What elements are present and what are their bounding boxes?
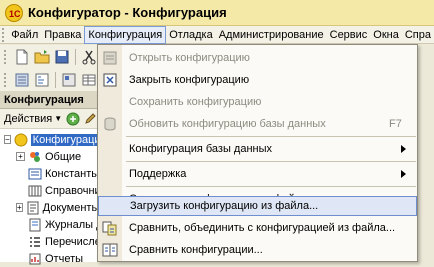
toolbar-grip-icon bbox=[4, 49, 10, 64]
cut-icon[interactable] bbox=[81, 49, 97, 65]
submenu-arrow-icon bbox=[401, 145, 406, 153]
menu-item-label: Сравнить конфигурации... bbox=[129, 244, 263, 256]
svg-text:1С: 1С bbox=[9, 9, 20, 19]
menu-separator bbox=[126, 161, 416, 162]
reports-icon bbox=[29, 253, 41, 264]
menu-item-label: Загрузить конфигурацию из файла... bbox=[130, 200, 319, 212]
documents-icon bbox=[27, 201, 39, 214]
toolbar-separator-2 bbox=[55, 71, 56, 88]
properties-icon[interactable] bbox=[34, 72, 50, 88]
menu-separator bbox=[126, 186, 416, 187]
menu-file[interactable]: Файл bbox=[8, 26, 41, 44]
menu-item-compare-configs[interactable]: Сравнить конфигурации... bbox=[98, 239, 417, 261]
tree-item-constants[interactable]: Константы bbox=[4, 165, 99, 182]
open-folder-icon[interactable] bbox=[34, 49, 50, 65]
tree-item-label: Общие bbox=[45, 150, 82, 163]
expand-icon[interactable]: + bbox=[16, 203, 23, 212]
module-icon[interactable] bbox=[61, 72, 77, 88]
catalog-icon bbox=[28, 185, 42, 196]
menu-bar: Файл Правка Конфигурация Отладка Админис… bbox=[0, 25, 434, 44]
menu-item-open-config[interactable]: Открыть конфигурацию bbox=[98, 47, 417, 69]
collapse-icon[interactable]: − bbox=[4, 135, 11, 144]
common-icon bbox=[30, 151, 40, 162]
save-icon[interactable] bbox=[54, 49, 70, 65]
tree-item-configuration[interactable]: − Конфигурация bbox=[4, 131, 109, 148]
menu-debug[interactable]: Отладка bbox=[166, 26, 215, 44]
menu-grip-icon bbox=[2, 27, 6, 42]
menu-edit[interactable]: Правка bbox=[41, 26, 84, 44]
menu-service[interactable]: Сервис bbox=[327, 26, 371, 44]
configuration-panel: Конфигурация Действия ▼ − Конфигурация +… bbox=[0, 91, 109, 265]
menu-administration[interactable]: Администрирование bbox=[216, 26, 327, 44]
edit-icon[interactable] bbox=[83, 112, 97, 126]
config-tree-icon[interactable] bbox=[14, 72, 30, 88]
compare-icon bbox=[102, 243, 118, 257]
tree-item-reports[interactable]: Отчеты bbox=[4, 250, 99, 267]
menu-item-label: Закрыть конфигурацию bbox=[129, 74, 250, 86]
compare-merge-icon bbox=[102, 221, 117, 236]
journals-icon bbox=[29, 218, 41, 231]
add-icon[interactable] bbox=[66, 112, 80, 126]
close-config-icon bbox=[103, 73, 117, 87]
main-toolbar bbox=[0, 45, 100, 91]
open-config-icon bbox=[103, 51, 117, 65]
tree-item-label: Константы bbox=[45, 167, 100, 180]
menu-item-compare-merge[interactable]: Сравнить, объединить с конфигурацией из … bbox=[98, 217, 417, 239]
tree-item-catalogs[interactable]: Справочник bbox=[4, 182, 106, 199]
title-bar: 1С Конфигуратор - Конфигурация bbox=[0, 0, 434, 26]
expand-icon[interactable]: + bbox=[16, 152, 25, 161]
actions-dropdown-icon[interactable]: ▼ bbox=[54, 114, 62, 123]
menu-item-label: Сохранить конфигурацию bbox=[129, 96, 262, 108]
menu-item-db-config[interactable]: Конфигурация базы данных bbox=[98, 138, 417, 160]
tree-item-common[interactable]: + Общие bbox=[4, 148, 99, 165]
submenu-arrow-icon bbox=[401, 170, 406, 178]
tree-item-label: Документы bbox=[42, 201, 100, 214]
shortcut-label: F7 bbox=[389, 118, 402, 130]
menu-item-save-config[interactable]: Сохранить конфигурацию bbox=[98, 91, 417, 113]
enums-icon bbox=[30, 236, 40, 247]
toolbar-grip-icon-2 bbox=[4, 72, 10, 87]
new-file-icon[interactable] bbox=[14, 49, 30, 65]
app-logo-icon: 1С bbox=[5, 3, 23, 22]
menu-item-label: Поддержка bbox=[129, 168, 187, 180]
window-title: Конфигуратор - Конфигурация bbox=[28, 5, 227, 20]
menu-help[interactable]: Спра bbox=[402, 26, 434, 44]
menu-item-label: Обновить конфигурацию базы данных bbox=[129, 118, 326, 130]
tree-item-label: Отчеты bbox=[45, 252, 84, 265]
panel-toolbar: Действия ▼ bbox=[0, 109, 99, 129]
menu-item-label: Сравнить, объединить с конфигурацией из … bbox=[129, 222, 396, 234]
menu-separator bbox=[126, 136, 416, 137]
db-update-icon bbox=[104, 117, 116, 131]
constants-icon bbox=[28, 168, 42, 179]
menu-item-support[interactable]: Поддержка bbox=[98, 163, 417, 185]
tree-item-enums[interactable]: Перечислен bbox=[4, 233, 107, 250]
table-icon[interactable] bbox=[81, 72, 97, 88]
menu-item-close-config[interactable]: Закрыть конфигурацию bbox=[98, 69, 417, 91]
actions-menu[interactable]: Действия bbox=[4, 113, 52, 125]
menu-item-update-db-config[interactable]: Обновить конфигурацию базы данных F7 bbox=[98, 113, 417, 135]
menu-windows[interactable]: Окна bbox=[370, 26, 402, 44]
tree-item-documents[interactable]: + Документы bbox=[4, 199, 99, 216]
menu-configuration[interactable]: Конфигурация bbox=[84, 25, 167, 44]
circle-icon bbox=[14, 133, 28, 146]
menu-item-label: Открыть конфигурацию bbox=[129, 52, 250, 64]
toolbar-separator bbox=[75, 48, 76, 65]
menu-item-load-from-file[interactable]: Загрузить конфигурацию из файла... bbox=[98, 196, 417, 216]
panel-title: Конфигурация bbox=[0, 91, 99, 109]
configuration-menu-dropdown: Открыть конфигурацию Закрыть конфигураци… bbox=[97, 44, 418, 262]
menu-item-label: Конфигурация базы данных bbox=[129, 143, 273, 155]
tree-item-journals[interactable]: Журналы до bbox=[4, 216, 109, 233]
